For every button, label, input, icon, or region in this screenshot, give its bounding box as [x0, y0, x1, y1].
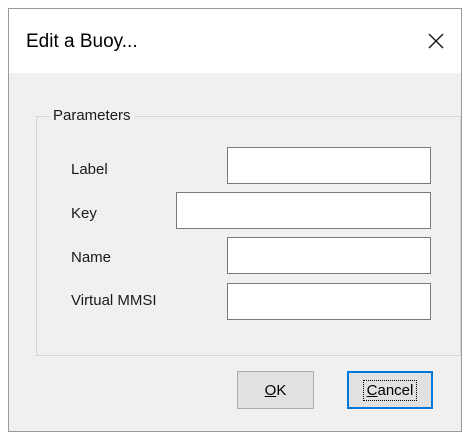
ok-button[interactable]: OK — [237, 371, 314, 409]
close-icon — [428, 33, 444, 49]
virtual-mmsi-input[interactable] — [227, 283, 431, 320]
parameters-group-label: Parameters — [49, 107, 135, 124]
cancel-button[interactable]: Cancel — [347, 371, 433, 409]
name-input[interactable] — [227, 237, 431, 274]
name-field-label: Name — [71, 249, 112, 266]
dialog-title: Edit a Buoy... — [26, 31, 138, 52]
virtual-mmsi-field-label: Virtual MMSI — [71, 292, 157, 309]
ok-button-label: OK — [264, 381, 287, 399]
label-input[interactable] — [227, 147, 431, 184]
cancel-button-label: Cancel — [362, 379, 418, 401]
key-field-label: Key — [71, 205, 97, 222]
label-field-label: Label — [71, 161, 108, 178]
close-button[interactable] — [417, 23, 455, 59]
key-input[interactable] — [176, 192, 431, 229]
title-bar: Edit a Buoy... — [9, 9, 461, 73]
edit-buoy-dialog: Edit a Buoy... Parameters Label Key Name… — [8, 8, 462, 432]
